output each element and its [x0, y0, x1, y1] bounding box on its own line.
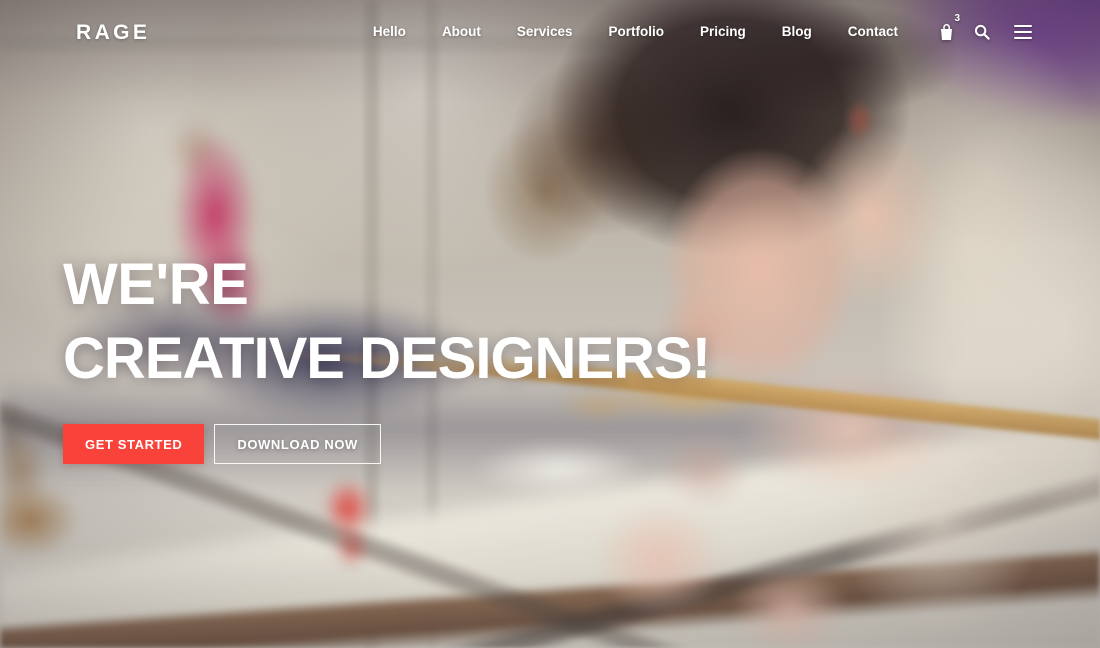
hero-headline-line2: CREATIVE DESIGNERS!	[63, 326, 711, 391]
nav-link-about[interactable]: About	[424, 25, 499, 39]
nav-menu: Hello About Services Portfolio Pricing B…	[355, 13, 1040, 47]
nav-link-contact[interactable]: Contact	[830, 25, 916, 39]
navbar: RAGE Hello About Services Portfolio Pric…	[0, 0, 1100, 64]
cart-badge: 3	[954, 13, 960, 24]
nav-link-hello[interactable]: Hello	[355, 25, 424, 39]
hero-content: WE'RE CREATIVE DESIGNERS! GET STARTED DO…	[63, 248, 711, 464]
nav-link-services[interactable]: Services	[499, 25, 591, 39]
nav-actions: 3	[928, 13, 1040, 47]
hamburger-menu-button[interactable]	[1006, 17, 1040, 47]
hero-cta-group: GET STARTED DOWNLOAD NOW	[63, 424, 710, 464]
nav-link-blog[interactable]: Blog	[764, 25, 830, 39]
nav-link-portfolio[interactable]: Portfolio	[590, 25, 682, 39]
site-logo[interactable]: RAGE	[76, 22, 150, 43]
download-now-button[interactable]: DOWNLOAD NOW	[214, 424, 381, 464]
hero-section: RAGE Hello About Services Portfolio Pric…	[0, 0, 1100, 648]
cart-button[interactable]: 3	[928, 13, 964, 47]
search-button[interactable]	[964, 17, 1000, 47]
nav-link-pricing[interactable]: Pricing	[682, 25, 764, 39]
hamburger-menu-icon	[1014, 25, 1032, 39]
get-started-button[interactable]: GET STARTED	[63, 424, 205, 464]
hero-headline-line1: WE'RE	[63, 252, 249, 317]
